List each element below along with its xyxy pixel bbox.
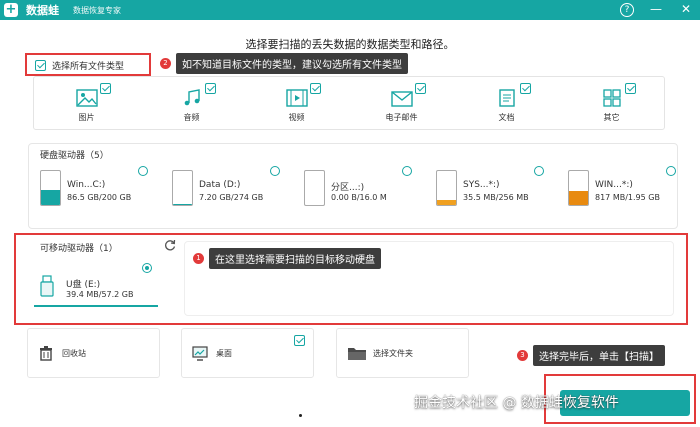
hard-drive-size: 0.00 B/16.0 M [331,193,387,202]
usb-drive-size: 39.4 MB/57.2 GB [66,290,134,299]
callout-number: 1 [193,253,204,264]
hard-drive-name: WIN...*:) [595,180,633,190]
usage-fill [41,190,60,205]
hard-drive-size: 86.5 GB/200 GB [67,193,132,202]
app-logo: + 数据蛙 [4,2,59,18]
callout-text: 如不知道目标文件的类型，建议勾选所有文件类型 [176,53,408,74]
document-icon [498,89,515,107]
location-recycle-bin[interactable]: 回收站 [27,328,160,378]
refresh-icon[interactable] [164,239,176,251]
app-subtitle: 数据恢复专家 [73,5,121,15]
location-label: 选择文件夹 [373,349,413,358]
usb-drive-icon [40,275,54,297]
file-type-video[interactable]: 视频 [244,77,349,129]
image-icon [75,89,98,107]
callout-number: 3 [517,350,528,361]
file-type-panel: 图片 音频 视频 电子邮件 文档 其它 [33,76,665,130]
callout-3: 3 选择完毕后，单击【扫描】 [517,345,665,366]
location-desktop[interactable]: 桌面 [181,328,314,378]
hard-drive-icon [304,170,325,206]
checkbox-icon[interactable] [205,83,216,94]
close-icon[interactable]: ✕ [678,2,694,18]
hard-drive-radio[interactable] [402,166,412,176]
logo-plus-icon: + [4,2,18,17]
hard-drive-item[interactable]: Win...C:) 86.5 GB/200 GB [40,166,160,210]
location-label: 回收站 [62,349,86,358]
title-bar: + 数据蛙 数据恢复专家 ? — ✕ [0,0,700,20]
file-type-label: 电子邮件 [385,113,418,122]
hard-drive-size: 7.20 GB/274 GB [199,193,264,202]
hard-drive-name: SYS...*:) [463,180,500,190]
watermark-text: 掘金技术社区 @ 数据蛙恢复软件 [414,395,619,411]
usb-drive-name: U盘 (E:) [66,280,101,290]
usage-fill [437,200,456,205]
hard-drive-title: 硬盘驱动器（5） [40,151,109,161]
hard-drive-radio[interactable] [666,166,676,176]
select-all-label: 选择所有文件类型 [52,62,125,72]
usage-fill [173,203,192,205]
usb-drive-item[interactable]: U盘 (E:) 39.4 MB/57.2 GB [34,259,158,307]
checkbox-icon[interactable] [415,83,426,94]
hard-drive-icon [40,170,61,206]
hard-drive-name: 分区...:) [331,183,365,193]
trash-icon [40,346,52,361]
hard-drive-item[interactable]: 分区...:) 0.00 B/16.0 M [304,166,424,210]
file-type-email[interactable]: 电子邮件 [349,77,454,129]
file-type-other[interactable]: 其它 [559,77,664,129]
file-type-label: 图片 [78,113,95,122]
music-icon [184,89,200,106]
page-heading: 选择要扫描的丢失数据的数据类型和路径。 [245,38,455,51]
hard-drive-radio[interactable] [534,166,544,176]
folder-icon [348,348,366,360]
app-name: 数据蛙 [26,4,59,17]
hard-drive-size: 35.5 MB/256 MB [463,193,529,202]
question-icon[interactable]: ? [620,3,634,17]
removable-title: 可移动驱动器（1） [40,244,118,254]
usage-fill [569,190,588,205]
email-icon [390,91,413,107]
hard-drive-item[interactable]: Data (D:) 7.20 GB/274 GB [172,166,292,210]
checkbox-icon[interactable] [294,335,305,346]
callout-2: 2 如不知道目标文件的类型，建议勾选所有文件类型 [160,53,408,74]
callout-text: 选择完毕后，单击【扫描】 [533,345,665,366]
usb-drive-radio[interactable] [142,263,152,273]
hard-drive-icon [436,170,457,206]
location-select-folder[interactable]: 选择文件夹 [336,328,469,378]
hard-drive-name: Data (D:) [199,180,241,190]
hard-drive-icon [568,170,589,206]
location-label: 桌面 [216,349,232,358]
dot [299,414,302,417]
file-type-label: 文档 [498,113,515,122]
video-icon [285,89,308,107]
checkbox-icon[interactable] [625,83,636,94]
callout-number: 2 [160,58,171,69]
callout-text: 在这里选择需要扫描的目标移动硬盘 [209,248,381,269]
file-type-label: 其它 [603,113,620,122]
grid-icon [602,89,621,107]
minimize-icon[interactable]: — [648,2,664,18]
file-type-label: 视频 [288,113,305,122]
select-all-checkbox[interactable]: 选择所有文件类型 [35,59,124,72]
checkbox-icon[interactable] [310,83,321,94]
hard-drive-size: 817 MB/1.95 GB [595,193,660,202]
hard-drive-icon [172,170,193,206]
checkbox-icon[interactable] [520,83,531,94]
file-type-label: 音频 [183,113,200,122]
hard-drive-radio[interactable] [270,166,280,176]
hard-drive-name: Win...C:) [67,180,106,190]
file-type-image[interactable]: 图片 [34,77,139,129]
hard-drive-radio[interactable] [138,166,148,176]
checkbox-icon[interactable] [100,83,111,94]
callout-1: 1 在这里选择需要扫描的目标移动硬盘 [193,248,381,269]
hard-drive-item[interactable]: WIN...*:) 817 MB/1.95 GB [568,166,688,210]
desktop-icon [192,346,208,361]
file-type-audio[interactable]: 音频 [139,77,244,129]
hard-drive-item[interactable]: SYS...*:) 35.5 MB/256 MB [436,166,556,210]
file-type-document[interactable]: 文档 [454,77,559,129]
checkbox-icon [35,60,46,71]
